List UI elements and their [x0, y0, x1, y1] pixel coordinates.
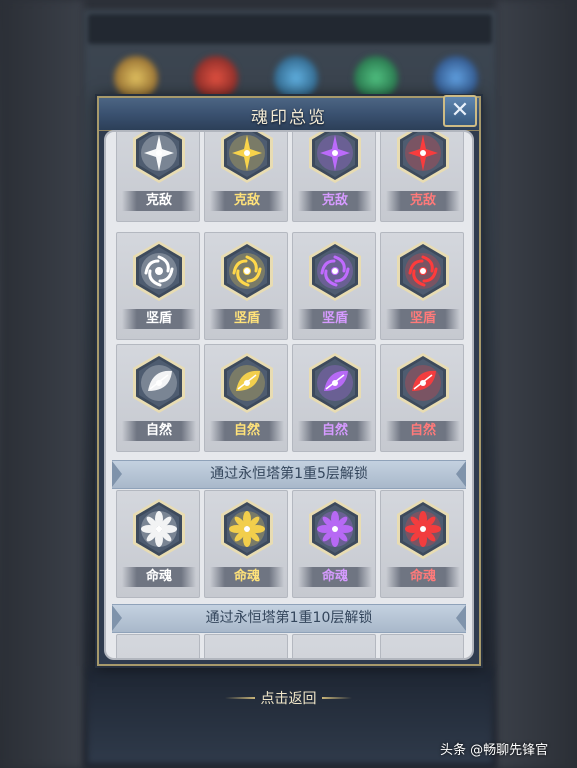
leaf-icon [218, 351, 276, 415]
seal-card[interactable]: 自然 [380, 344, 464, 452]
seal-card[interactable] [116, 634, 200, 658]
seal-card[interactable]: 坚盾 [116, 232, 200, 340]
seal-card[interactable] [380, 634, 464, 658]
seal-label: 坚盾 [122, 309, 196, 329]
seal-card[interactable]: 命魂 [204, 490, 288, 598]
seal-card[interactable]: 自然 [292, 344, 376, 452]
seal-label: 命魂 [122, 567, 196, 587]
flower-icon [130, 497, 188, 561]
seal-card[interactable]: 命魂 [380, 490, 464, 598]
flower-icon [306, 497, 364, 561]
unlock-requirement-text: 通过永恒塔第1重10层解锁 [205, 610, 373, 626]
seal-label: 克敌 [298, 191, 372, 211]
leaf-icon [130, 351, 188, 415]
dialog-title: 魂印总览 [251, 108, 327, 128]
unlock-requirement-banner: 通过永恒塔第1重5层解锁 [112, 460, 466, 489]
seal-card[interactable]: 克敌 [380, 132, 464, 222]
seal-label: 命魂 [298, 567, 372, 587]
dialog-header: 魂印总览 [99, 98, 479, 131]
seal-label: 命魂 [210, 567, 284, 587]
background-bottom-bar [88, 668, 492, 763]
swirl-icon [394, 239, 452, 303]
seal-card[interactable]: 坚盾 [380, 232, 464, 340]
seal-card[interactable]: 克敌 [204, 132, 288, 222]
sparkle-icon [130, 132, 188, 185]
sparkle-icon [218, 132, 276, 185]
unlock-requirement-banner: 通过永恒塔第1重10层解锁 [112, 604, 466, 633]
background-left [0, 0, 84, 768]
seal-card[interactable] [204, 634, 288, 658]
flower-icon [218, 497, 276, 561]
close-icon: ✕ [450, 98, 470, 123]
seal-label: 坚盾 [210, 309, 284, 329]
seal-label: 自然 [210, 421, 284, 441]
background-top-bar [88, 14, 492, 44]
seal-card[interactable]: 自然 [116, 344, 200, 452]
seal-label: 坚盾 [298, 309, 372, 329]
leaf-icon [394, 351, 452, 415]
background-right [496, 0, 577, 768]
seal-card[interactable]: 克敌 [292, 132, 376, 222]
seal-label: 自然 [298, 421, 372, 441]
seal-label: 命魂 [386, 567, 460, 587]
watermark: 头条 @畅聊先锋官 [440, 743, 549, 758]
back-button[interactable]: 点击返回 [0, 688, 577, 708]
sparkle-icon [306, 132, 364, 185]
seal-label: 坚盾 [386, 309, 460, 329]
seal-row: 命魂 命魂 命魂 命魂 [116, 490, 466, 598]
swirl-icon [130, 239, 188, 303]
seal-label: 克敌 [210, 191, 284, 211]
seal-row-partial [116, 634, 466, 658]
flower-icon [394, 497, 452, 561]
seal-label: 自然 [122, 421, 196, 441]
seal-card[interactable]: 命魂 [116, 490, 200, 598]
seal-card[interactable]: 坚盾 [204, 232, 288, 340]
leaf-icon [306, 351, 364, 415]
unlock-requirement-text: 通过永恒塔第1重5层解锁 [210, 466, 368, 482]
seal-label: 克敌 [122, 191, 196, 211]
swirl-icon [218, 239, 276, 303]
close-button[interactable]: ✕ [443, 95, 477, 127]
swirl-icon [306, 239, 364, 303]
seal-label: 克敌 [386, 191, 460, 211]
seal-label: 自然 [386, 421, 460, 441]
seal-grid-scroll-area[interactable]: 克敌 克敌 克敌 克敌 坚盾 坚盾 坚盾 坚盾 自然 自然 自然 自然 命魂 命… [104, 130, 474, 660]
seal-card[interactable]: 坚盾 [292, 232, 376, 340]
seal-card[interactable]: 克敌 [116, 132, 200, 222]
seal-row: 自然 自然 自然 自然 [116, 344, 466, 452]
seal-card[interactable]: 自然 [204, 344, 288, 452]
seal-row: 坚盾 坚盾 坚盾 坚盾 [116, 232, 466, 340]
seal-row: 克敌 克敌 克敌 克敌 [116, 132, 466, 222]
seal-card[interactable]: 命魂 [292, 490, 376, 598]
seal-card[interactable] [292, 634, 376, 658]
sparkle-icon [394, 132, 452, 185]
